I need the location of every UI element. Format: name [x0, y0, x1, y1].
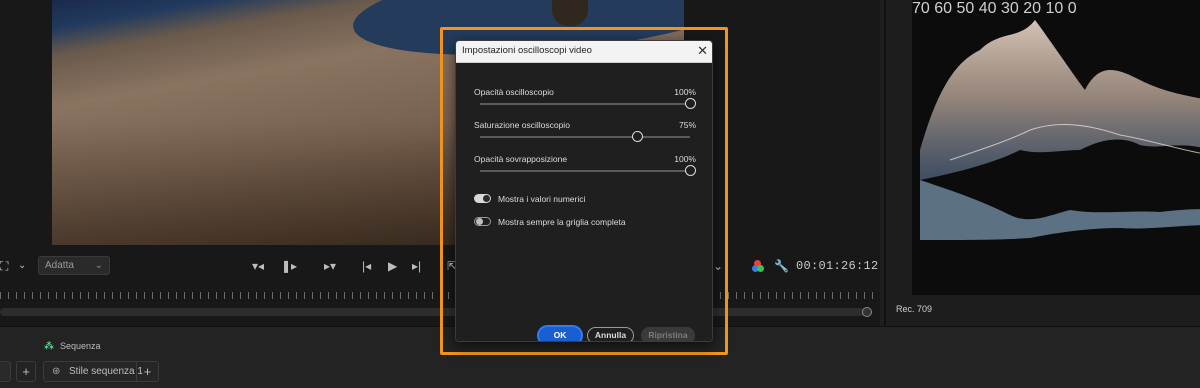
sequence-style-label: Stile sequenza 1 [69, 366, 143, 377]
slider-label: Saturazione oscilloscopio [474, 120, 570, 130]
sequence-style-tab[interactable]: ⊛ Stile sequenza 1 + [43, 361, 159, 382]
slider-thumb[interactable] [684, 98, 696, 109]
scope-tick-label: 20 [1023, 0, 1042, 17]
toggle-knob [483, 195, 490, 202]
scope-tick-label: 70 [912, 0, 930, 17]
slider-thumb[interactable] [632, 131, 643, 142]
toggle-label: Mostra sempre la griglia completa [498, 217, 626, 227]
zoom-scrollbar[interactable] [0, 308, 872, 316]
slider-track[interactable] [480, 170, 690, 172]
chevron-down-icon: ⌄ [94, 260, 103, 271]
slider-value: 100% [674, 154, 696, 164]
scope-opacity-slider: Opacità oscilloscopio 100% [474, 87, 696, 115]
fit-select-value: Adatta [45, 260, 74, 271]
fit-select[interactable]: Adatta ⌄ [38, 256, 110, 275]
scope-tick-label: 0 [1067, 0, 1077, 17]
dialog-title: Impostazioni oscilloscopi video [462, 45, 592, 56]
scope-grid: 70 60 50 40 30 20 10 0 [912, 0, 1200, 295]
style-icon: ⊛ [52, 366, 61, 377]
sequence-icon: ⁂ [44, 341, 54, 352]
scope-tick-label: 50 [956, 0, 975, 17]
add-button[interactable]: + [16, 361, 36, 382]
show-full-grid-toggle[interactable] [474, 217, 491, 226]
slider-label: Opacità sovrapposizione [474, 154, 568, 164]
add-marker-icon[interactable]: ❚▸ [281, 255, 297, 277]
toggle-label: Mostra i valori numerici [498, 194, 586, 204]
plus-icon: + [143, 364, 152, 379]
scope-tick-label: 40 [978, 0, 997, 17]
mark-in-icon[interactable]: ▾◂ [252, 255, 264, 277]
app-window: ⛶ ⌄ Adatta ⌄ ▾◂ ❚▸ ▸▾ |◂ ▶ ▸| ⇱ ⌄ 🔧 00:0… [0, 0, 1200, 388]
slider-label: Opacità oscilloscopio [474, 87, 554, 97]
wrench-icon[interactable]: 🔧 [774, 255, 789, 277]
toggle-knob [476, 218, 483, 225]
dialog-titlebar: Impostazioni oscilloscopi video ✕ [456, 41, 712, 63]
show-numeric-values-toggle[interactable] [474, 194, 491, 203]
slider-track[interactable] [480, 103, 690, 105]
scope-tick-label: 60 [934, 0, 953, 17]
lumetri-scopes-panel: 70 60 50 40 30 20 10 0 Rec. 709 [884, 0, 1200, 326]
close-icon[interactable]: ✕ [697, 43, 708, 59]
step-forward-icon[interactable]: ▸| [412, 255, 421, 277]
color-wheel-icon[interactable] [752, 260, 764, 272]
sequence-header: Sequenza [60, 341, 101, 351]
step-back-icon[interactable]: |◂ [362, 255, 371, 277]
show-full-grid-row: Mostra sempre la griglia completa [474, 216, 694, 230]
plus-icon: + [22, 364, 30, 379]
overlay-opacity-slider: Opacità sovrapposizione 100% [474, 154, 696, 182]
play-icon[interactable]: ▶ [388, 255, 397, 277]
colorspace-label: Rec. 709 [896, 304, 933, 314]
slider-thumb[interactable] [684, 165, 696, 176]
ok-button[interactable]: OK [539, 327, 581, 341]
previous-tab[interactable] [0, 361, 11, 382]
safe-margins-icon[interactable]: ⛶ [0, 255, 8, 277]
scope-tick-label: 10 [1045, 0, 1064, 17]
slider-value: 100% [674, 87, 696, 97]
add-style-button[interactable]: + [136, 362, 158, 381]
scrollbar-handle[interactable] [862, 307, 872, 317]
scope-saturation-slider: Saturazione oscilloscopio 75% [474, 120, 696, 148]
cancel-button[interactable]: Annulla [587, 327, 634, 341]
slider-value: 75% [678, 120, 696, 130]
playhead-timecode: 00:01:26:12 [796, 259, 879, 273]
go-to-out-icon[interactable]: ▸▾ [324, 255, 336, 277]
scope-settings-dialog: Impostazioni oscilloscopi video ✕ Opacit… [455, 40, 713, 342]
dialog-body: Opacità oscilloscopio 100% Saturazione o… [456, 63, 712, 341]
slider-track[interactable] [480, 136, 690, 138]
reset-button[interactable]: Ripristina [641, 327, 695, 341]
show-numeric-values-row: Mostra i valori numerici [474, 193, 694, 207]
scope-tick-label: 30 [1001, 0, 1019, 17]
chevron-down-icon[interactable]: ⌄ [18, 255, 26, 277]
